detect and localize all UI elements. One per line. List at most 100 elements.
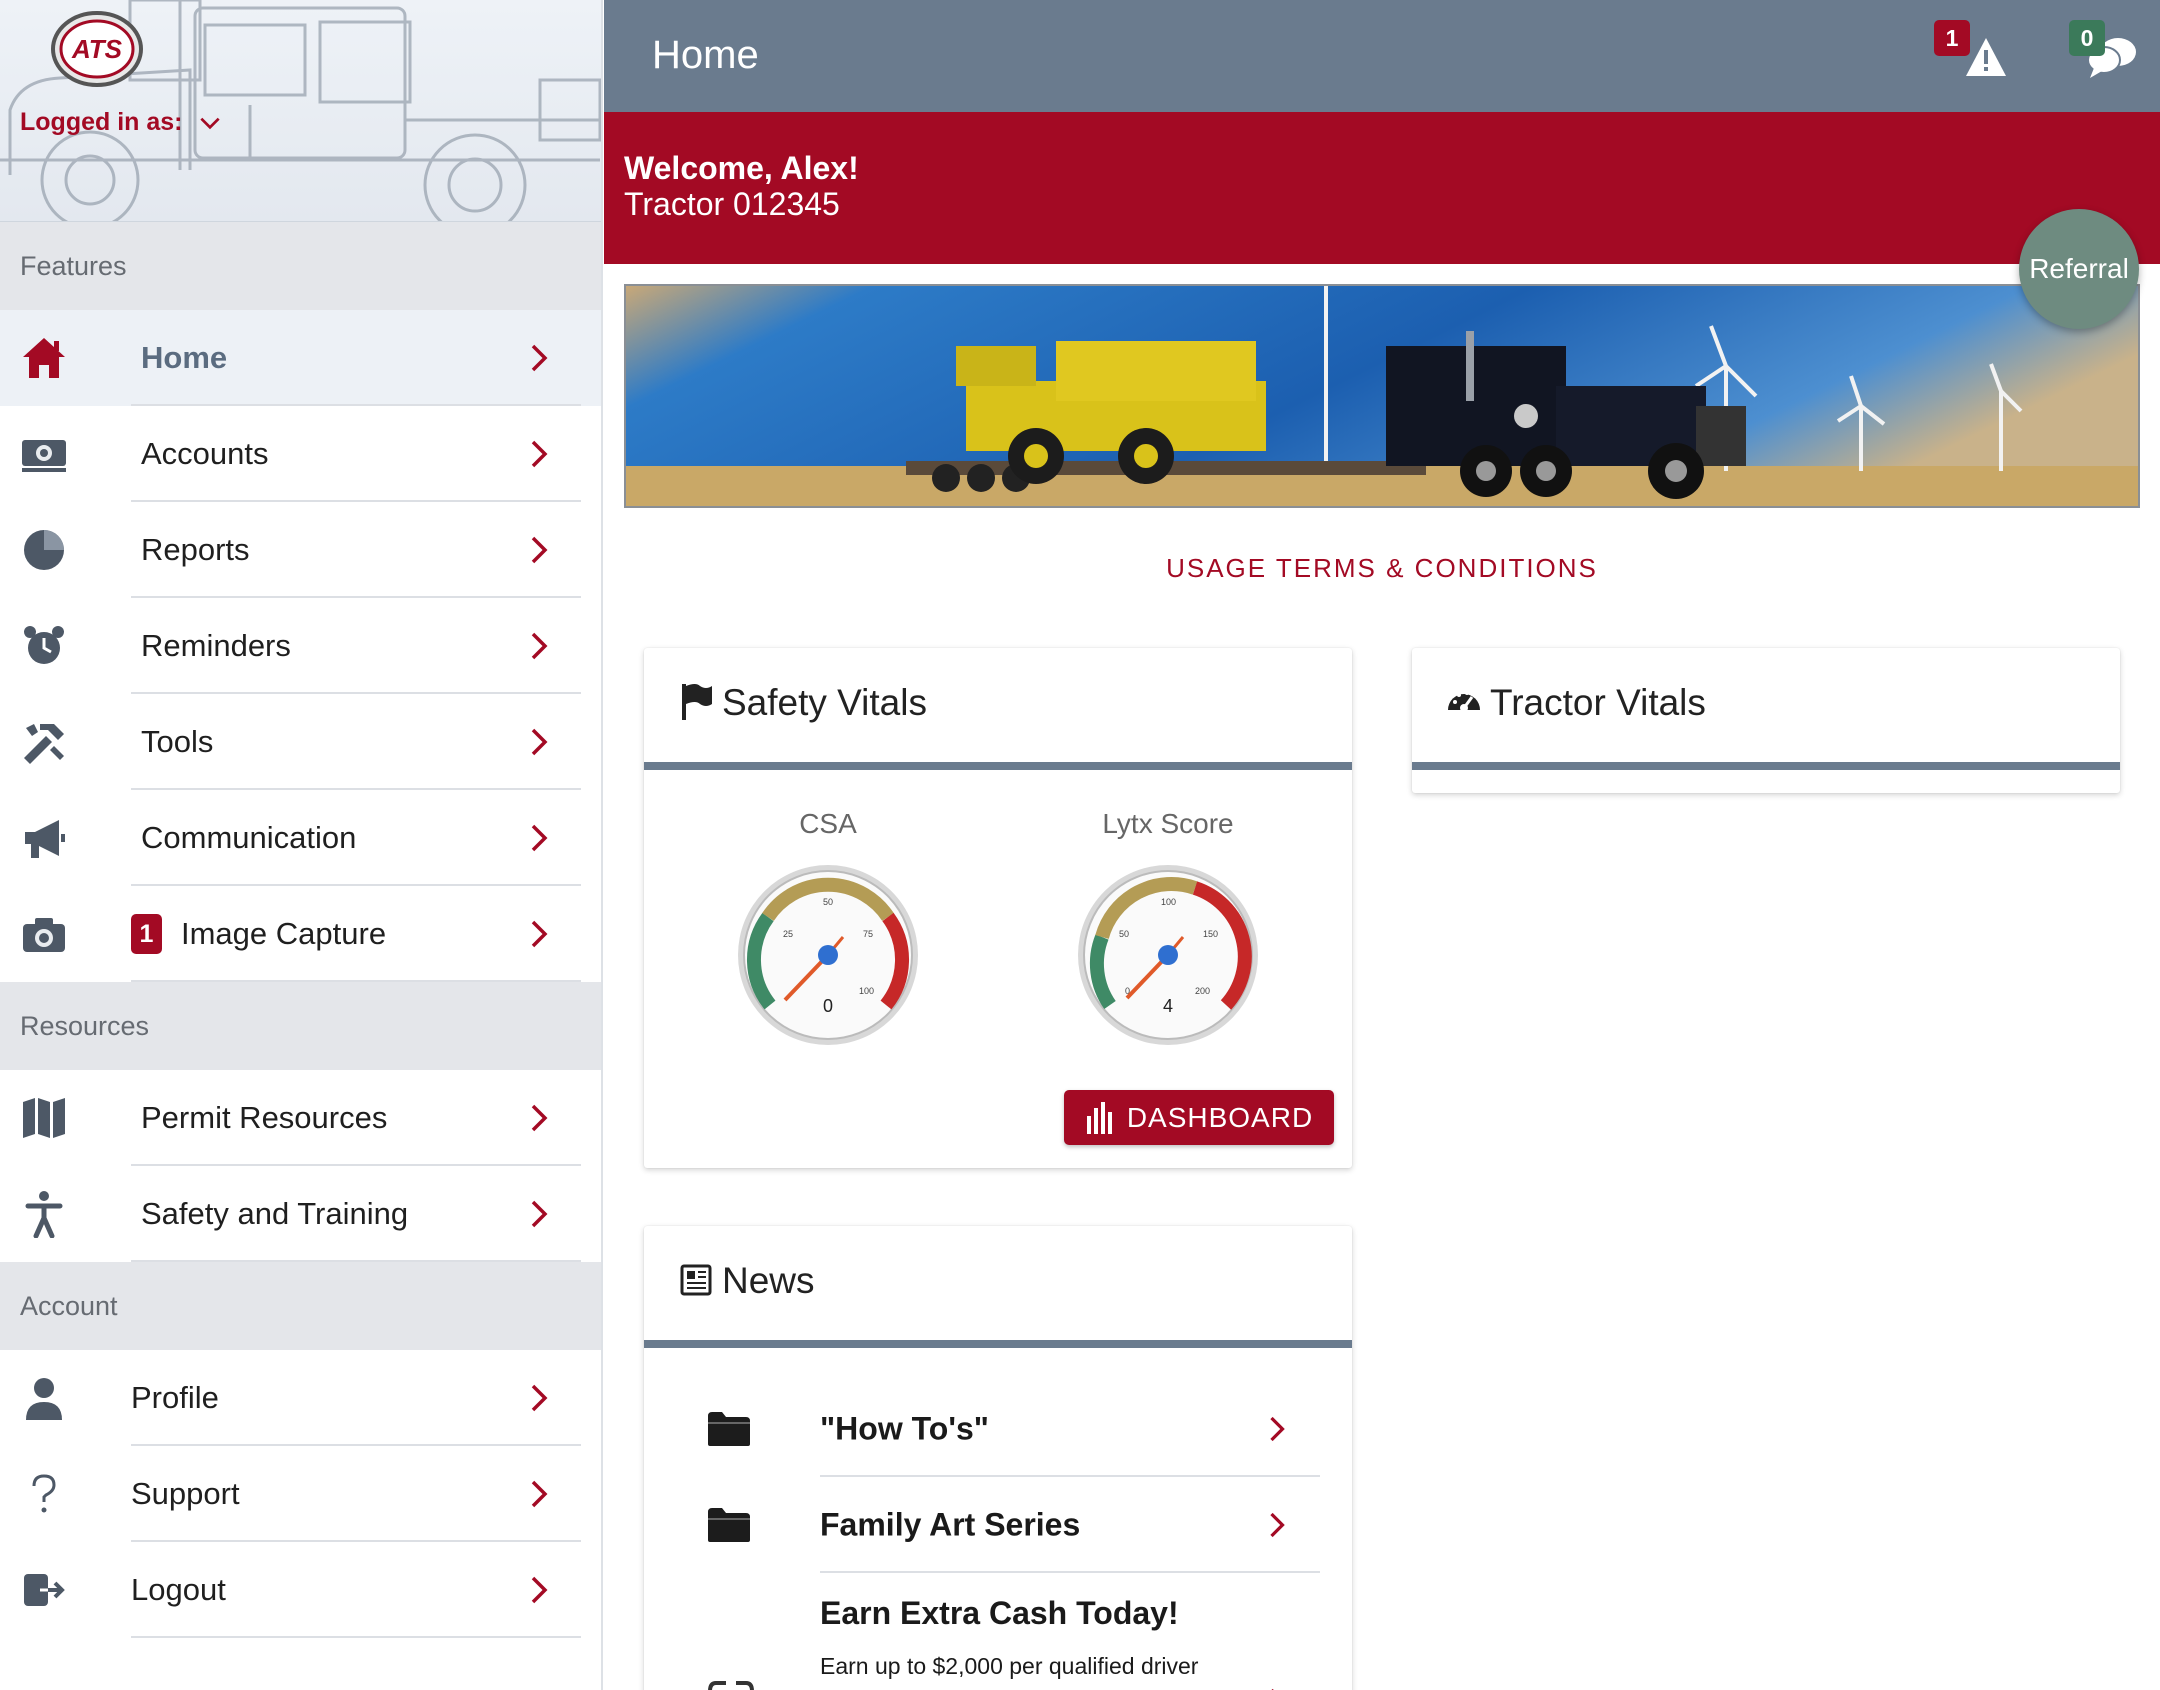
card-header: News [644, 1226, 1352, 1348]
sidebar-item-label: Image Capture [181, 916, 387, 951]
chevron-right-icon [1271, 1688, 1274, 1690]
news-item-title: Earn Extra Cash Today! [820, 1595, 1179, 1631]
chevron-right-icon [531, 344, 548, 372]
sidebar-item-safety-training[interactable]: Safety and Training [0, 1166, 601, 1262]
folder-icon [708, 1412, 750, 1446]
chevron-right-icon [531, 1104, 548, 1132]
messages-button[interactable]: 0 [2064, 20, 2144, 90]
divider [131, 980, 581, 982]
sidebar-item-logout[interactable]: Logout [0, 1542, 601, 1638]
card-title: News [722, 1260, 815, 1301]
sidebar-item-label: Reports [141, 532, 250, 567]
chevron-right-icon [531, 728, 548, 756]
sidebar-item-communication[interactable]: Communication [0, 790, 601, 886]
sidebar: ATS Logged in as: Features Home Accounts… [0, 0, 603, 1690]
alarm-clock-icon [20, 622, 68, 670]
svg-text:25: 25 [783, 929, 793, 939]
folder-icon [708, 1508, 750, 1542]
sidebar-item-label: Permit Resources [141, 1100, 388, 1135]
sidebar-item-support[interactable]: Support [0, 1446, 601, 1542]
bar-chart-icon [1086, 1101, 1112, 1134]
sidebar-item-label: Communication [141, 820, 357, 855]
svg-text:100: 100 [1161, 897, 1176, 907]
welcome-greeting: Welcome, Alex! [624, 150, 859, 186]
sidebar-item-accounts[interactable]: Accounts [0, 406, 601, 502]
chevron-right-icon [1270, 1512, 1285, 1538]
chevron-right-icon [531, 1200, 548, 1228]
section-account: Account [0, 1262, 601, 1350]
card-header: Safety Vitals [644, 648, 1352, 770]
sidebar-item-reports[interactable]: Reports [0, 502, 601, 598]
card-title: Safety Vitals [722, 682, 927, 723]
news-item-subtitle: Earn up to $2,000 per qualified driver [820, 1653, 1199, 1679]
referral-button[interactable]: Referral [2019, 209, 2139, 329]
svg-text:50: 50 [823, 897, 833, 907]
news-item-family-art-series[interactable]: Family Art Series [644, 1477, 1352, 1573]
speedometer-icon [1448, 691, 1480, 712]
svg-text:200: 200 [1195, 986, 1210, 996]
lytx-gauge: Lytx Score 50 100 150 200 0 4 [1068, 808, 1268, 1053]
divider [131, 1636, 581, 1638]
usage-terms-link[interactable]: USAGE TERMS & CONDITIONS [604, 553, 2160, 584]
news-item-how-tos[interactable]: "How To's" [644, 1381, 1352, 1477]
csa-gauge: CSA 25 50 75 100 0 [728, 808, 928, 1053]
sidebar-item-profile[interactable]: Profile [0, 1350, 601, 1446]
sidebar-item-reminders[interactable]: Reminders [0, 598, 601, 694]
question-icon [20, 1470, 68, 1518]
svg-text:100: 100 [859, 986, 874, 996]
image-capture-badge: 1 [131, 914, 162, 954]
sidebar-item-label: Profile [131, 1380, 219, 1415]
sidebar-item-label: Tools [141, 724, 214, 759]
chevron-right-icon [531, 920, 548, 948]
warning-icon [1966, 38, 2006, 76]
chevron-right-icon [531, 1480, 548, 1508]
tools-icon [20, 718, 68, 766]
logged-in-toggle[interactable]: Logged in as: [20, 108, 223, 137]
welcome-banner: Welcome, Alex! Tractor 012345 [604, 112, 2160, 264]
sidebar-item-home[interactable]: Home [0, 310, 601, 406]
gauge-label: Lytx Score [1102, 808, 1234, 839]
home-icon [20, 334, 68, 382]
sidebar-item-label: Support [131, 1476, 240, 1511]
sidebar-item-image-capture[interactable]: 1 Image Capture [0, 886, 601, 982]
svg-text:ATS: ATS [71, 34, 123, 64]
chevron-right-icon [531, 1384, 548, 1412]
pie-chart-icon [20, 526, 68, 574]
chevron-down-icon [199, 117, 220, 129]
chevron-right-icon [531, 824, 548, 852]
chevron-right-icon [531, 1576, 548, 1604]
dashboard-button-label: DASHBOARD [1126, 1101, 1314, 1133]
csa-gauge-dial: 25 50 75 100 0 [738, 865, 918, 1045]
sidebar-item-permit-resources[interactable]: Permit Resources [0, 1070, 601, 1166]
sidebar-item-label: Accounts [141, 436, 269, 471]
news-item-title: Family Art Series [820, 1506, 1081, 1543]
map-icon [20, 1094, 68, 1142]
logged-in-label: Logged in as: [20, 108, 183, 136]
news-item-title: "How To's" [820, 1410, 989, 1447]
gauge-value: 0 [823, 996, 833, 1016]
sidebar-item-label: Reminders [141, 628, 291, 663]
person-icon [20, 1190, 68, 1238]
sidebar-item-label: Home [141, 340, 228, 375]
tractor-number: Tractor 012345 [624, 186, 840, 222]
money-icon [20, 430, 68, 478]
hero-truck-image [624, 284, 2140, 508]
chevron-right-icon [531, 536, 548, 564]
sidebar-item-tools[interactable]: Tools [0, 694, 601, 790]
dashboard-button[interactable]: DASHBOARD [1064, 1090, 1334, 1145]
chevron-right-icon [531, 632, 548, 660]
alerts-button[interactable]: 1 [1934, 20, 2014, 90]
sidebar-header: ATS Logged in as: [0, 0, 601, 222]
ats-logo: ATS [51, 11, 143, 87]
gauge-value: 4 [1163, 996, 1173, 1016]
newspaper-icon [680, 1264, 712, 1296]
news-item-earn-extra-cash[interactable]: Earn Extra Cash Today! Earn up to $2,000… [644, 1573, 1352, 1690]
page-title: Home [652, 33, 759, 77]
flag-icon [682, 684, 712, 720]
link-icon [708, 1681, 754, 1690]
messages-count-badge: 0 [2069, 20, 2105, 56]
svg-text:75: 75 [863, 929, 873, 939]
divider [131, 1260, 581, 1262]
lytx-gauge-dial: 50 100 150 200 0 4 [1078, 865, 1258, 1045]
camera-icon [20, 910, 68, 958]
